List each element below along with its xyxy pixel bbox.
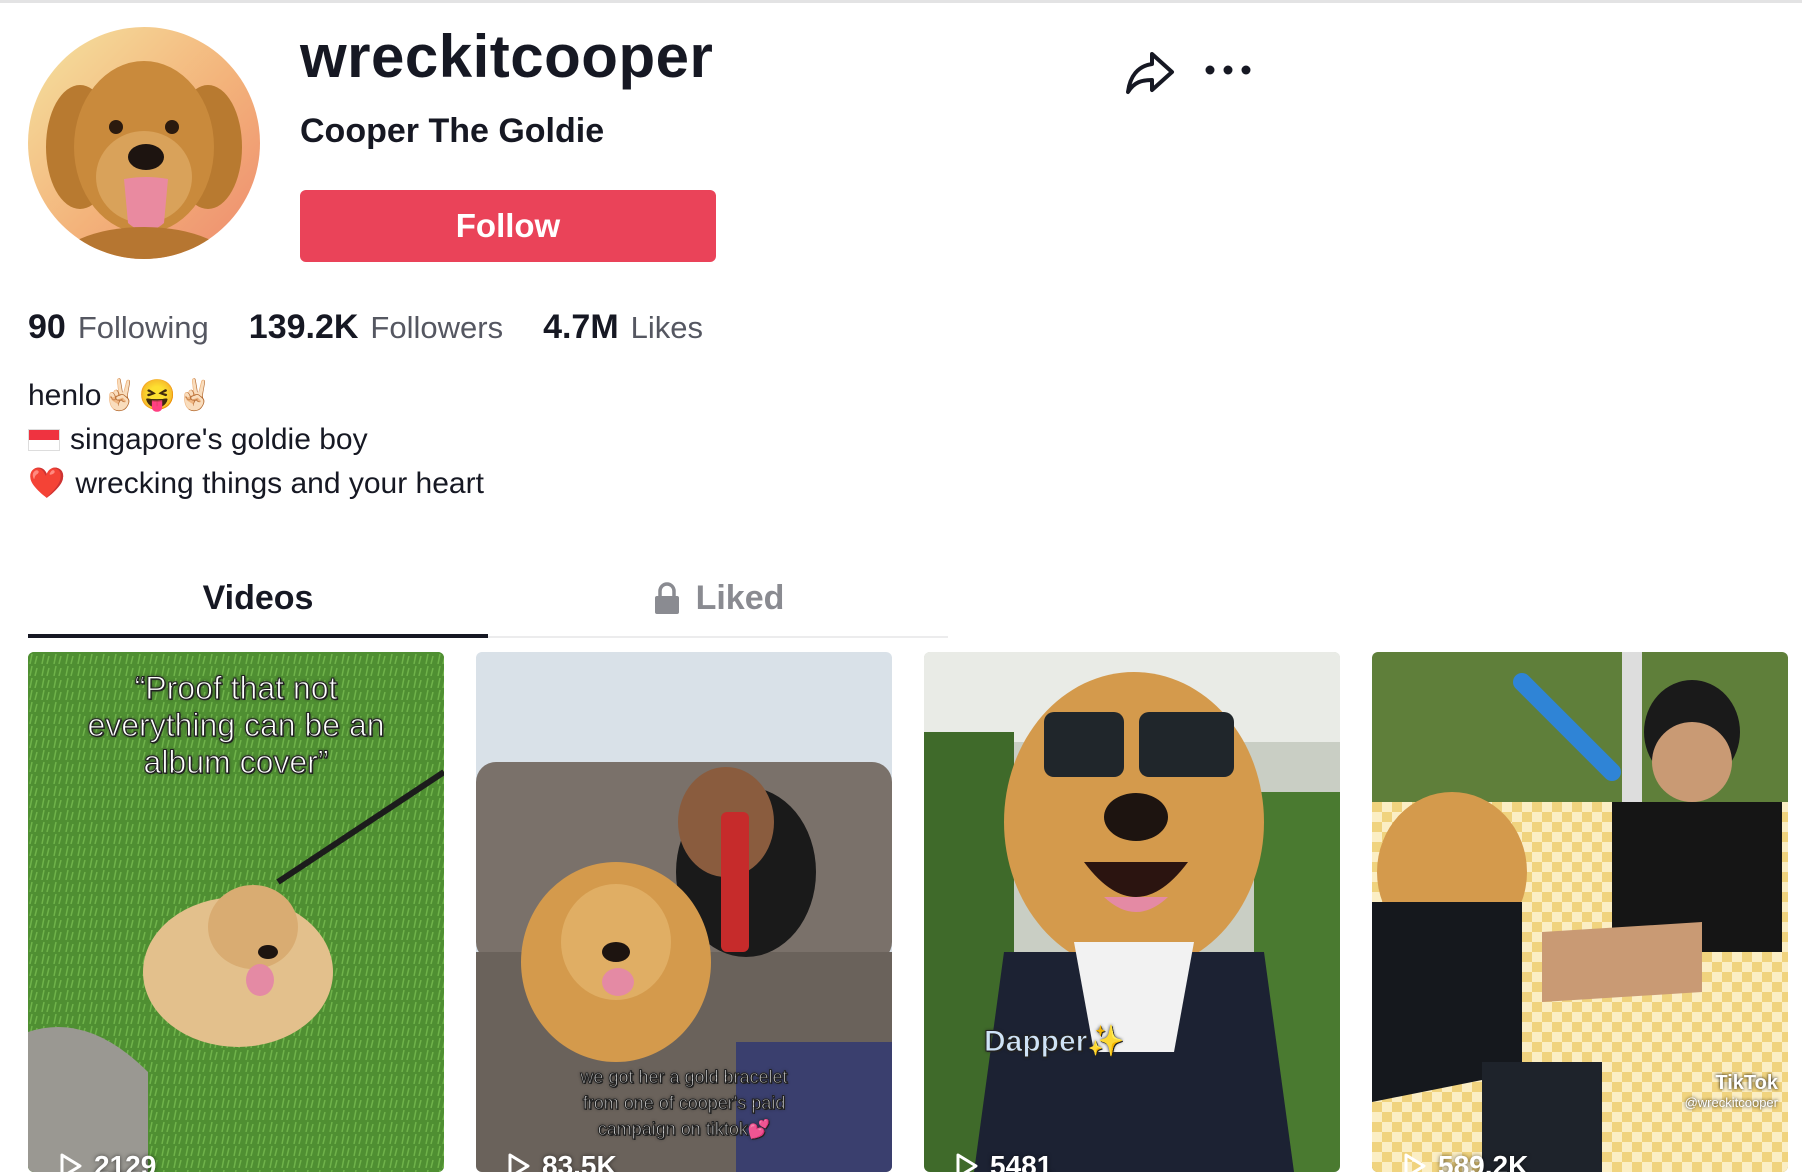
view-count-text: 2129 [94,1150,157,1172]
play-icon [508,1153,530,1172]
video-card[interactable]: “Proof that not everything can be an alb… [28,652,444,1172]
watermark-handle: @wreckitcooper [1684,1095,1778,1110]
bio-text: singapore's goldie boy [70,423,368,456]
profile-stats: 90 Following 139.2K Followers 4.7M Likes [28,308,743,347]
video-caption: Dapper✨ [984,1025,1126,1059]
video-thumbnail [924,652,1340,1172]
video-card[interactable]: Dapper✨ 5481 [924,652,1340,1172]
video-caption: “Proof that not everything can be an alb… [87,670,385,781]
view-count-text: 83.5K [542,1150,617,1172]
play-icon [956,1153,978,1172]
view-count: 589.2K [1402,1150,1528,1172]
singapore-flag-icon [28,429,60,451]
stat-value: 90 [28,308,66,346]
bio-text: henlo [28,379,102,412]
stat-likes: 4.7M Likes [543,308,703,347]
stat-value: 139.2K [248,308,359,346]
view-count-text: 589.2K [1438,1150,1529,1172]
profile-tabs: Videos Liked [28,560,948,638]
video-card[interactable]: TikTok @wreckitcooper 589.2K [1372,652,1788,1172]
follow-button[interactable]: Follow [300,190,716,262]
heart-icon: ❤️ [28,467,66,500]
username: wreckitcooper [300,23,714,90]
play-icon [60,1153,82,1172]
play-icon [1404,1153,1426,1172]
profile-avatar[interactable] [28,27,260,259]
bio-line: singapore's goldie boy [28,418,484,462]
golden-retriever-avatar-image [46,61,242,259]
top-divider [0,0,1802,3]
profile-bio: henlo ✌🏻😝✌🏻 singapore's goldie boy ❤️ wr… [28,374,484,506]
view-count: 2129 [58,1150,156,1172]
stat-label: Following [77,310,209,345]
view-count: 83.5K [506,1150,617,1172]
video-caption: we got her a gold bracelet from one of c… [580,1067,788,1140]
bio-line: ❤️ wrecking things and your heart [28,462,484,506]
video-card[interactable]: we got her a gold bracelet from one of c… [476,652,892,1172]
nickname: Cooper The Goldie [300,112,605,150]
tab-label: Liked [695,578,785,617]
tab-label: Videos [202,578,314,617]
tiktok-watermark: TikTok @wreckitcooper [1685,1072,1778,1110]
tab-videos[interactable]: Videos [28,560,488,636]
lock-icon [654,582,679,614]
stat-label: Followers [370,310,504,345]
view-count: 5481 [954,1150,1052,1172]
share-icon[interactable] [1122,44,1178,100]
tab-liked[interactable]: Liked [488,560,948,636]
more-icon[interactable] [1202,50,1254,90]
peace-sign-emoji-icon: ✌🏻😝✌🏻 [101,379,214,412]
bio-line: henlo ✌🏻😝✌🏻 [28,374,484,418]
bio-text: wrecking things and your heart [75,467,484,500]
view-count-text: 5481 [990,1150,1053,1172]
stat-following[interactable]: 90 Following [28,308,209,347]
stat-value: 4.7M [543,308,619,346]
active-tab-indicator [28,634,488,638]
stat-followers[interactable]: 139.2K Followers [249,308,503,347]
stat-label: Likes [630,310,704,345]
watermark-brand: TikTok [1715,1072,1778,1094]
